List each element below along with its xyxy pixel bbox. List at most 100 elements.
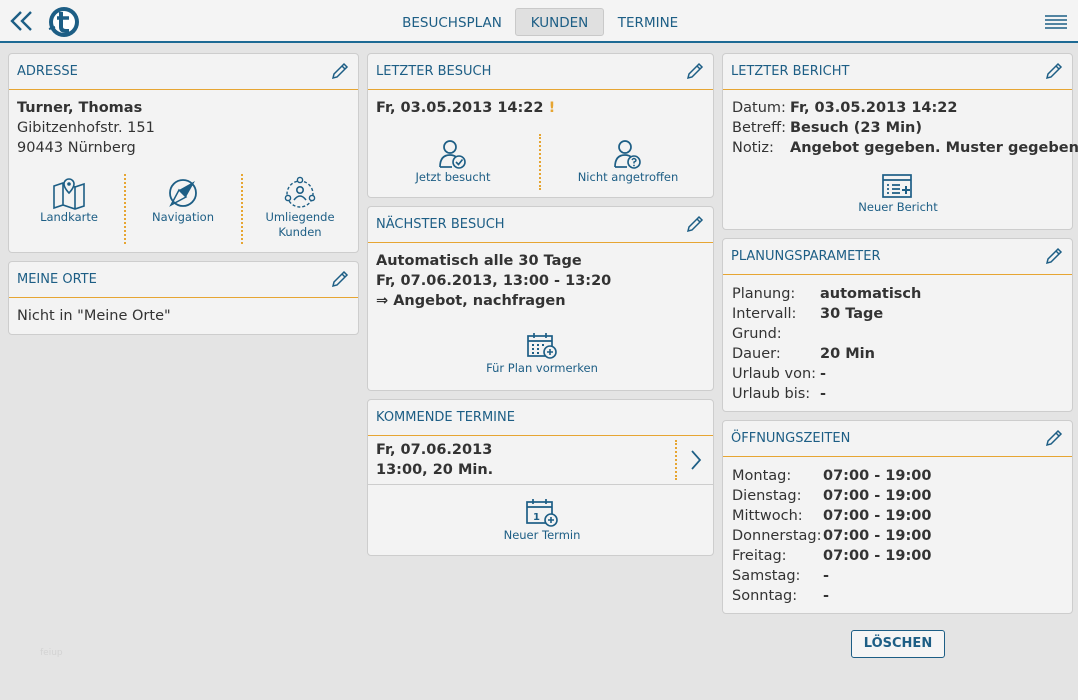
hours-value: -	[823, 568, 830, 584]
action-label: Nicht angetroffen	[577, 170, 679, 184]
action-label: Kunden	[278, 225, 322, 239]
divider	[539, 134, 541, 190]
tab-besuchsplan[interactable]: BESUCHSPLAN	[399, 8, 505, 36]
tab-kunden[interactable]: KUNDEN	[515, 8, 604, 36]
next-visit-card: NÄCHSTER BESUCH Automatisch alle 30 Tage…	[367, 206, 714, 391]
not-found-button[interactable]: Nicht angetroffen	[573, 138, 683, 185]
visited-now-button[interactable]: Jetzt besucht	[408, 138, 498, 185]
calendar-add-icon	[527, 333, 557, 359]
pencil-icon[interactable]	[685, 214, 705, 234]
weekday-label: Freitag:	[732, 548, 787, 564]
new-report-button[interactable]: Neuer Bericht	[843, 174, 953, 215]
param-label: Dauer:	[732, 346, 781, 362]
report-date-label: Datum:	[732, 100, 786, 116]
weekday-label: Sonntag:	[732, 588, 798, 604]
mark-for-plan-button[interactable]: Für Plan vormerken	[472, 331, 612, 376]
nearby-customers-icon	[284, 176, 316, 208]
param-label: Grund:	[732, 326, 782, 342]
card-title: LETZTER BESUCH	[376, 64, 492, 79]
pencil-icon[interactable]	[330, 61, 350, 81]
pencil-icon[interactable]	[685, 61, 705, 81]
pencil-icon[interactable]	[1044, 246, 1064, 266]
param-value: -	[820, 386, 827, 402]
divider	[675, 440, 677, 480]
card-header: ÖFFNUNGSZEITEN	[723, 421, 1072, 457]
weekday-label: Montag:	[732, 468, 792, 484]
calendar-new-icon: 1	[526, 499, 558, 527]
hours-value: 07:00 - 19:00	[823, 468, 932, 484]
hours-value: 07:00 - 19:00	[823, 528, 932, 544]
planning-parameters-card: PLANUNGSPARAMETER Planung: automatisch I…	[722, 238, 1073, 412]
card-title: ÖFFNUNGSZEITEN	[731, 431, 851, 446]
weekday-label: Dienstag:	[732, 488, 802, 504]
card-header: PLANUNGSPARAMETER	[723, 239, 1072, 275]
pencil-icon[interactable]	[1044, 428, 1064, 448]
param-value: automatisch	[820, 286, 922, 302]
card-header: KOMMENDE TERMINE	[368, 400, 713, 436]
card-header: LETZTER BERICHT	[723, 54, 1072, 90]
report-note-label: Notiz:	[732, 140, 774, 156]
last-visit-date: Fr, 03.05.2013 14:22 !	[376, 100, 555, 116]
hours-value: -	[823, 588, 830, 604]
param-value: 30 Tage	[820, 306, 884, 322]
new-appointment-button[interactable]: 1 Neuer Termin	[482, 498, 602, 543]
compass-icon	[169, 179, 197, 207]
city: 90443 Nürnberg	[17, 140, 136, 156]
card-header: NÄCHSTER BESUCH	[368, 207, 713, 243]
hamburger-menu-icon[interactable]	[1044, 14, 1068, 30]
report-icon	[882, 174, 912, 198]
param-label: Intervall:	[732, 306, 797, 322]
pencil-icon[interactable]	[330, 269, 350, 289]
weekday-label: Samstag:	[732, 568, 801, 584]
user-check-icon	[439, 140, 466, 169]
param-value: -	[820, 366, 827, 382]
tab-termine[interactable]: TERMINE	[613, 8, 683, 36]
navigation-button[interactable]: Navigation	[141, 176, 225, 225]
action-label: Umliegende	[265, 210, 335, 224]
next-visit-note: ⇒ Angebot, nachfragen	[376, 293, 566, 309]
pencil-icon[interactable]	[1044, 61, 1064, 81]
card-title: KOMMENDE TERMINE	[376, 410, 515, 425]
next-visit-date: Fr, 07.06.2013, 13:00 - 13:20	[376, 273, 612, 289]
action-label: Navigation	[151, 210, 215, 224]
card-header: ADRESSE	[9, 54, 358, 90]
action-label: Neuer Bericht	[858, 200, 938, 214]
upcoming-appointments-card: KOMMENDE TERMINE Fr, 07.06.2013 13:00, 2…	[367, 399, 714, 556]
top-bar: BESUCHSPLAN KUNDEN TERMINE	[0, 0, 1078, 43]
param-value: 20 Min	[820, 346, 875, 362]
card-header: MEINE ORTE	[9, 262, 358, 298]
divider	[241, 174, 243, 244]
footer-text: feiup	[40, 648, 63, 658]
address-card: ADRESSE Turner, Thomas Gibitzenhofstr. 1…	[8, 53, 359, 253]
double-chevron-left-icon[interactable]	[10, 10, 34, 32]
divider	[124, 174, 126, 244]
card-title: MEINE ORTE	[17, 272, 97, 287]
nearby-customers-button[interactable]: Umliegende Kunden	[258, 176, 342, 240]
hours-value: 07:00 - 19:00	[823, 548, 932, 564]
card-header: LETZTER BESUCH	[368, 54, 713, 90]
next-visit-interval: Automatisch alle 30 Tage	[376, 253, 582, 269]
last-visit-date-text: Fr, 03.05.2013 14:22	[376, 100, 544, 116]
action-label: Für Plan vormerken	[486, 361, 598, 375]
main-nav: BESUCHSPLAN KUNDEN TERMINE	[0, 8, 1078, 36]
chevron-right-icon	[691, 450, 702, 470]
map-icon	[53, 178, 85, 210]
warning-mark: !	[548, 100, 556, 116]
app-logo	[48, 7, 79, 37]
action-label: Landkarte	[40, 210, 98, 224]
card-title: PLANUNGSPARAMETER	[731, 249, 881, 264]
param-label: Urlaub bis:	[732, 386, 811, 402]
appointment-date: Fr, 07.06.2013	[376, 442, 493, 458]
hours-value: 07:00 - 19:00	[823, 488, 932, 504]
weekday-label: Mittwoch:	[732, 508, 803, 524]
appointment-row[interactable]: Fr, 07.06.2013 13:00, 20 Min.	[368, 436, 713, 485]
appointment-time: 13:00, 20 Min.	[376, 462, 494, 478]
delete-button[interactable]: LÖSCHEN	[851, 630, 945, 658]
map-button[interactable]: Landkarte	[27, 176, 111, 225]
hours-value: 07:00 - 19:00	[823, 508, 932, 524]
last-report-card: LETZTER BERICHT Datum: Fr, 03.05.2013 14…	[722, 53, 1078, 230]
param-label: Urlaub von:	[732, 366, 817, 382]
action-label: Neuer Termin	[503, 528, 581, 542]
customer-name: Turner, Thomas	[17, 100, 143, 116]
action-label: Jetzt besucht	[415, 170, 491, 184]
